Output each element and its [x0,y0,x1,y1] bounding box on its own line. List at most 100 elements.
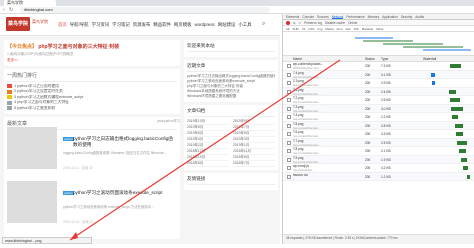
devtools-tab-security[interactable]: Security [401,14,413,19]
filter-doc[interactable]: Doc [346,27,351,31]
post-item[interactable]: python python学习之日志输出格式logging.basicConfi… [7,127,177,179]
request-status: 200 [365,89,371,94]
network-row[interactable]: T.7.png/wp-content/themes/... 200 2.5 KB [283,138,474,147]
network-rows: wp-content/uploads.../2019/10/python.png… [283,62,474,181]
menu-item-news[interactable]: 学习资讯 [92,22,110,28]
recent-post-link[interactable]: Windows环境搭建之服务器配置 [187,94,275,99]
address-bar[interactable]: ithinkingbai.com [20,7,270,13]
network-overview[interactable] [283,32,474,56]
filter-css[interactable]: CSS [308,27,314,31]
filter-js[interactable]: JS [302,27,306,31]
network-row[interactable]: T.4.png/wp-content/themes/... 200 2.2 KB [283,113,474,122]
back-icon[interactable]: ‹ [3,7,5,13]
devtools-tab-network[interactable]: Network [331,14,344,19]
record-icon[interactable] [286,20,290,25]
request-size: 1.2 KB [381,174,391,179]
request-path: /wp-content/themes/... [293,125,321,130]
menu-item-software[interactable]: 精品软件 [153,22,171,28]
filter-xhr[interactable]: XHR [292,27,298,31]
network-row[interactable]: wp-content/uploads.../2019/10/python.png… [283,62,474,71]
devtools-panel: Elements Console Sources Network Perform… [282,14,474,244]
hot-news-desc: 1.面向对象(OOP)与面向过程(POP)的概念 [7,52,74,56]
network-row[interactable]: T.2.png/wp-content/themes/... 200 2.6 KB [283,96,474,105]
request-size: 1.9 KB [381,157,391,162]
clear-icon[interactable]: ⊘ [293,21,296,25]
filter-icon[interactable]: ▽ [299,21,301,25]
devtools-tab-console[interactable]: Console [302,14,314,19]
request-status: 200 [365,140,371,145]
devtools-tab-performance[interactable]: Performance [346,14,364,19]
request-status: 200 [365,174,371,179]
network-row[interactable]: T.9.png/wp-content/themes/... 200 1.9 KB [283,155,474,164]
ranking-item[interactable]: 5 python学习之爬虫抓取 [7,106,177,112]
hot-news-title-text: php学习之面与对象的三大特征·封装 [38,44,120,50]
menu-item-home[interactable]: 首页 [58,22,67,28]
filter-manifest[interactable]: Manifest [362,27,373,31]
devtools-tab-sources[interactable]: Sources [317,14,329,19]
menu-item-build[interactable]: 网站建设 [218,22,236,28]
recent-posts-widget: 近期文章 python学习之日志输出格式logging.basicConfig函… [184,60,278,102]
waterfall-bar [458,149,466,153]
devtools-tab-audits[interactable]: Audits [415,14,424,19]
network-row[interactable]: Z.0.png/wp-content/themes/... 200 2.9 KB [283,79,474,88]
filter-ws[interactable]: WS [354,27,359,31]
request-size: 4.2 KB [381,166,391,170]
filter-other[interactable]: Other [376,27,384,31]
menu-item-tools[interactable]: 小工具 [238,22,251,28]
waterfall-bar [457,140,467,145]
devtools-tab-application[interactable]: Application [382,14,398,19]
network-row[interactable]: T.1.png/wp-content/themes/... 200 2.4 KB [283,87,474,96]
filter-img[interactable]: Img [317,27,322,31]
waterfall-bar [463,166,469,170]
preserve-log-checkbox[interactable]: Preserve log [304,21,322,25]
throttle-select[interactable]: Online [348,21,357,25]
devtools-tab-memory[interactable]: Memory [368,14,380,19]
devtools-tab-elements[interactable]: Elements [286,14,299,19]
request-size: 2.4 KB [381,89,391,94]
menu-item-templates[interactable]: 网页模板 [174,22,192,28]
post-desc: python学习之滚动页面滚动条 execute_script 方法在使用中..… [63,205,155,209]
disable-cache-checkbox[interactable]: Disable cache [325,21,345,25]
filter-font[interactable]: Font [337,27,343,31]
menu-item-nav[interactable]: 导航/导航 [70,22,89,28]
network-status-bar: 36 requests | 276 KB transferred | Finis… [283,234,474,244]
search-icon[interactable]: ⌕ [262,21,265,28]
sidebar: 欢迎来到本站 近期文章 python学习之日志输出格式logging.basic… [184,40,278,193]
archive-link[interactable]: 2018年8月 [187,161,229,167]
filter-all[interactable]: All [286,27,289,31]
file-type-icon [287,106,291,111]
file-type-icon [287,123,291,128]
menu-item-resources[interactable]: 资源发布 [133,22,151,28]
network-row[interactable]: T.3.png/wp-content/themes/... 200 3.0 KB [283,104,474,113]
filter-media[interactable]: Media [325,27,333,31]
refresh-icon[interactable]: ↻ [9,7,13,13]
request-path: / [293,176,294,181]
hot-news-tag: 【今日焦点】 [7,44,38,50]
request-path: /wp-content/themes/... [293,108,321,113]
network-row[interactable]: T.6.png/wp-content/themes/... 200 3.3 KB [283,130,474,139]
rank-badge [7,84,12,89]
post-title[interactable]: python学习之滚动页面滚动条execute_script [73,190,177,196]
network-row[interactable]: 7.4.png/wp-content/themes/... 200 3.1 KB [283,70,474,79]
hot-news-more-link[interactable]: 更多>> [7,58,177,63]
network-row[interactable]: favicon.ico/200 1.2 KB [283,172,474,181]
post-thumbnail[interactable] [7,181,57,223]
waterfall-bar [452,115,458,119]
request-status: 200 [365,123,371,128]
hot-news-title[interactable]: 【今日焦点】 php学习之面与对象的三大特征·封装 [7,43,177,50]
site-logo[interactable]: 菜鸟学院 [6,17,30,31]
download-status-url[interactable]: www.ithinkingbai....png [2,237,92,244]
post-item[interactable]: python python学习之滚动页面滚动条execute_script py… [7,181,177,233]
request-size: 3.1 KB [381,72,391,77]
network-row[interactable]: T.8.png/wp-content/themes/... 200 2.1 KB [283,147,474,156]
post-title[interactable]: python学习之日志输出格式logging.basicConfig函数的使用 [73,136,177,147]
network-row[interactable]: T.5.png/wp-content/themes/... 200 2.8 KB [283,121,474,130]
post-thumbnail[interactable] [7,127,57,169]
waterfall-bar [432,81,436,85]
menu-item-wordpress[interactable]: wordpress [194,22,214,28]
request-size: 2.8 KB [381,123,391,128]
waterfall-bar [449,89,457,94]
archive-link[interactable]: 2018年7月 [233,161,275,167]
network-row[interactable]: wp-emoji.js/wp-includes/js/... 200 4.2 KB [283,164,474,173]
menu-item-notes[interactable]: 学习笔记 [112,22,130,28]
